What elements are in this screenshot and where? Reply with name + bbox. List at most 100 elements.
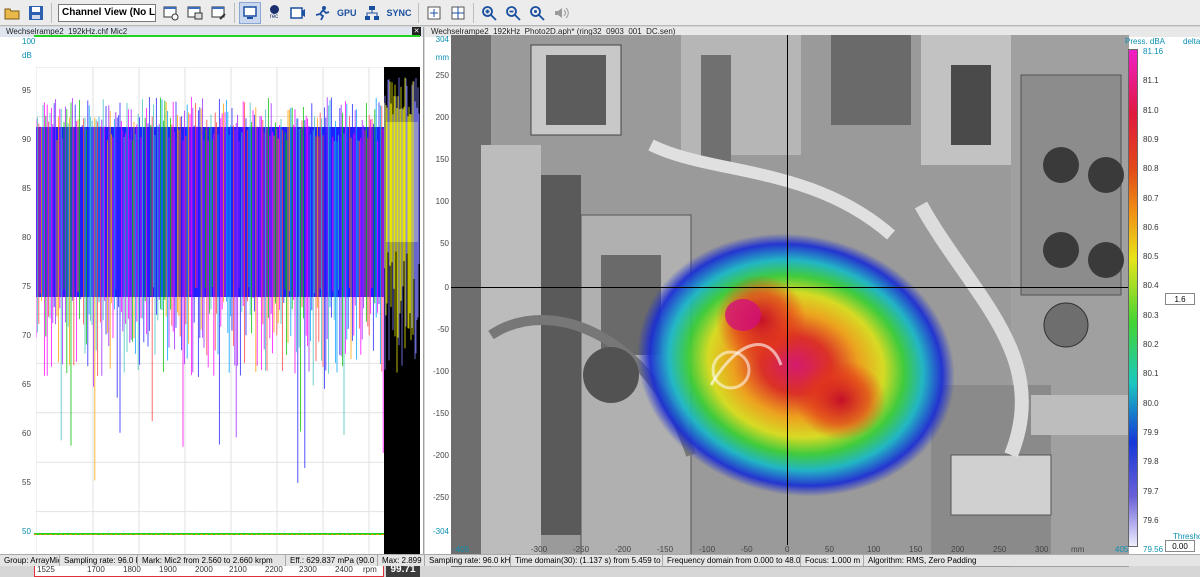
status-sampling-right: Sampling rate: 96.0 kHz <box>425 555 511 566</box>
status-max: Max: 2.899 <box>378 555 425 566</box>
window-add-icon[interactable] <box>160 2 182 24</box>
colorbar-tick-label: 80.2 <box>1143 340 1159 349</box>
level-strip <box>384 67 420 561</box>
colorbar-tick-label: 80.8 <box>1143 164 1159 174</box>
status-time-domain: Time domain(30): (1.137 s) from 5.459 to… <box>511 555 663 566</box>
y-tick-label: -250 <box>432 493 449 502</box>
gpu-button[interactable]: GPU <box>334 8 360 18</box>
y-axis-unit: mm <box>435 53 449 62</box>
record-dot-icon <box>269 5 279 14</box>
status-eff: Eff.: 629.837 mPa (90.0 dBA) <box>286 555 378 566</box>
speaker-icon[interactable] <box>550 2 572 24</box>
y-axis-unit: dB <box>22 51 32 60</box>
status-focus: Focus: 1.000 m <box>801 555 864 566</box>
status-group: Group: ArrayMic <box>0 555 60 566</box>
x-tick-label: mm <box>1071 545 1085 554</box>
x-tick-label: -150 <box>657 545 674 554</box>
x-tick-label: 50 <box>825 545 834 554</box>
rpm-tick-label: 2300 <box>299 565 317 574</box>
rpm-tick-label: 2200 <box>265 565 283 574</box>
rpm-unit: rpm <box>363 565 377 574</box>
y-tick-label: -304 <box>432 527 449 536</box>
y-tick-label: -200 <box>432 451 449 460</box>
rpm-tick-label: 1800 <box>123 565 141 574</box>
open-folder-icon[interactable] <box>1 2 23 24</box>
sync-button[interactable]: SYNC <box>384 8 415 18</box>
colorbar-tick-label: 80.7 <box>1143 193 1159 203</box>
rpm-tick-label: 1900 <box>159 565 177 574</box>
threshold-input[interactable]: 0.00 <box>1165 540 1195 552</box>
crosshair-vertical <box>787 35 788 545</box>
delta-label: delta <box>1183 37 1200 46</box>
main-toolbar: Channel View (No Lay ▼ rec GPU SYNC <box>0 0 1200 26</box>
y-tick-label: 200 <box>435 113 449 122</box>
status-algorithm: Algorithm: RMS, Zero Padding <box>868 556 977 565</box>
x-tick-label: -250 <box>573 545 590 554</box>
toolbar-divider <box>417 2 419 23</box>
record-button[interactable]: rec <box>263 2 285 24</box>
y-tick-label: 150 <box>435 155 449 164</box>
channel-view-select[interactable]: Channel View (No Lay ▼ <box>58 3 156 22</box>
x-tick-label: 300 <box>1035 545 1049 554</box>
x-tick-label: 250 <box>993 545 1007 554</box>
colorbar-tick-label: 81.16 <box>1143 47 1164 56</box>
rpm-tick-label: 2100 <box>229 565 247 574</box>
colorbar-tick-label: 80.0 <box>1143 398 1159 408</box>
x-tick-label: -100 <box>699 545 716 554</box>
status-freq-domain: Frequency domain from 0.000 to 48.000 kH… <box>663 555 801 566</box>
spectrum-plot[interactable] <box>36 67 384 561</box>
colorbar-tick-label: 80.1 <box>1143 369 1159 379</box>
toolbar-divider <box>234 2 235 23</box>
spectrum-panel: Wechselrampe2_192kHz.chf Mic2 ✕ dB 100 95… <box>0 27 424 577</box>
crosshair-horizontal <box>451 287 1129 288</box>
colorbar-tick-label: 80.9 <box>1143 134 1159 144</box>
monitor-icon[interactable] <box>239 1 261 24</box>
runner-icon[interactable] <box>311 2 333 24</box>
y-tick-label: 100 <box>435 197 449 206</box>
colorbar-tick-label: 79.6 <box>1143 515 1159 525</box>
engine-photo-with-heatmap[interactable] <box>451 35 1129 567</box>
y-tick-label: -50 <box>437 325 449 334</box>
acoustic-photo-panel: Wechselrampe2_192kHz_Photo2D.aph* (ring3… <box>425 27 1200 567</box>
delta-input[interactable]: 1.6 <box>1165 293 1195 305</box>
network-icon[interactable] <box>361 2 383 24</box>
colorbar-tick-label: 79.9 <box>1143 427 1159 437</box>
y-tick-label: 250 <box>435 71 449 80</box>
crosshair-icon[interactable] <box>447 2 469 24</box>
rpm-tick-label: 1700 <box>87 565 105 574</box>
zoom-in-icon[interactable] <box>478 2 500 24</box>
colorbar-tick-label: 80.3 <box>1143 310 1159 320</box>
x-tick-label: 200 <box>951 545 965 554</box>
save-icon[interactable] <box>25 2 47 24</box>
window-copy-icon[interactable] <box>184 2 206 24</box>
toolbar-divider <box>472 2 474 23</box>
x-tick-label: 405 <box>1115 545 1129 554</box>
colorbar-tick-label: 79.7 <box>1143 486 1159 496</box>
colorbar-tick-label: 79.8 <box>1143 457 1159 467</box>
colorbar-tick-label: 80.4 <box>1143 281 1159 291</box>
colorbar-tick-label: 80.5 <box>1143 252 1159 262</box>
y-tick-label: -100 <box>432 367 449 376</box>
colorbar-tick-label: 80.6 <box>1143 222 1159 232</box>
record-label: rec <box>269 14 279 20</box>
x-tick-label: 150 <box>909 545 923 554</box>
zoom-fit-icon[interactable] <box>526 2 548 24</box>
toolbar-divider <box>51 2 52 23</box>
rpm-tick-label: 2000 <box>195 565 213 574</box>
colorbar-tick-label: 79.56 <box>1143 545 1164 555</box>
colorbar[interactable] <box>1128 49 1138 547</box>
frame-icon[interactable] <box>423 2 445 24</box>
zoom-out-icon[interactable] <box>502 2 524 24</box>
video-icon[interactable] <box>287 2 309 24</box>
x-tick-label: -200 <box>615 545 632 554</box>
status-bar: Group: ArrayMic Sampling rate: 96.0 kHz … <box>0 554 1200 566</box>
y-tick-label: 50 <box>440 239 449 248</box>
x-tick-label: 100 <box>867 545 881 554</box>
y-tick-label: 100 <box>22 37 36 46</box>
x-tick-label: 0 <box>785 545 790 554</box>
lower-level-marker <box>34 533 384 535</box>
rpm-tick-label: 1525 <box>37 565 55 574</box>
channel-view-label: Channel View (No Lay <box>62 7 156 18</box>
colorbar-tick-label: 81.0 <box>1143 105 1159 115</box>
window-edit-icon[interactable] <box>208 2 230 24</box>
